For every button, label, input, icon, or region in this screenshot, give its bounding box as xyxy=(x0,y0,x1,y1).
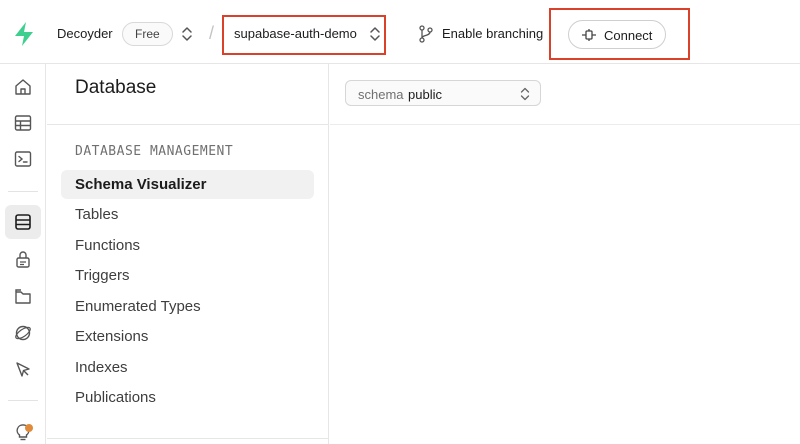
toolbar-divider xyxy=(330,124,800,125)
icon-rail xyxy=(0,64,46,444)
rail-table-editor[interactable] xyxy=(5,106,41,140)
enable-branching-button[interactable]: Enable branching xyxy=(442,26,543,41)
rail-realtime[interactable] xyxy=(5,316,41,350)
connect-button-label: Connect xyxy=(604,28,653,43)
nav-indexes[interactable]: Indexes xyxy=(61,353,314,382)
sidebar-divider xyxy=(47,438,329,439)
database-sidebar: Database DATABASE MANAGEMENT Schema Visu… xyxy=(47,64,329,444)
org-name[interactable]: Decoyder xyxy=(57,26,113,41)
rail-database[interactable] xyxy=(5,205,41,239)
plug-icon xyxy=(582,29,596,41)
nav-enumerated-types[interactable]: Enumerated Types xyxy=(61,292,314,321)
schema-select[interactable]: schema public xyxy=(345,80,541,106)
git-branch-icon xyxy=(419,25,433,43)
chevron-up-down-icon xyxy=(520,87,530,101)
schema-select-value: public xyxy=(408,87,442,102)
top-bar: Decoyder Free / supabase-auth-demo Enabl… xyxy=(0,0,800,64)
main-content: schema public xyxy=(330,64,800,444)
sql-editor-icon xyxy=(14,151,32,167)
supabase-logo-icon[interactable] xyxy=(10,20,38,48)
nav-triggers[interactable]: Triggers xyxy=(61,261,314,290)
nav-schema-visualizer[interactable]: Schema Visualizer xyxy=(61,170,314,199)
sidebar-divider xyxy=(47,124,329,125)
database-icon xyxy=(15,214,31,230)
table-editor-icon xyxy=(14,115,32,131)
connect-button[interactable]: Connect xyxy=(568,20,666,49)
notification-dot xyxy=(25,424,33,432)
cursor-icon xyxy=(16,362,30,377)
rail-divider xyxy=(8,191,38,192)
rail-storage[interactable] xyxy=(5,279,41,313)
rail-divider xyxy=(8,400,38,401)
sidebar-title: Database xyxy=(75,77,157,98)
rail-authentication[interactable] xyxy=(5,242,41,276)
nav-functions[interactable]: Functions xyxy=(61,231,314,260)
breadcrumb-separator: / xyxy=(209,23,215,43)
schema-select-label: schema xyxy=(358,87,404,102)
section-label: DATABASE MANAGEMENT xyxy=(75,144,234,159)
plan-badge: Free xyxy=(122,22,173,46)
rail-home[interactable] xyxy=(5,70,41,104)
project-name[interactable]: supabase-auth-demo xyxy=(234,26,357,41)
rail-cursor[interactable] xyxy=(5,353,41,387)
nav-publications[interactable]: Publications xyxy=(61,383,314,412)
rail-sql-editor[interactable] xyxy=(5,142,41,176)
realtime-icon xyxy=(15,325,31,341)
authentication-icon xyxy=(16,251,30,268)
nav-extensions[interactable]: Extensions xyxy=(61,322,314,351)
nav-tables[interactable]: Tables xyxy=(61,200,314,229)
home-icon xyxy=(15,79,31,95)
org-switcher-chevron-icon[interactable] xyxy=(180,25,194,43)
project-switcher-chevron-icon[interactable] xyxy=(368,25,382,43)
storage-icon xyxy=(15,289,31,304)
rail-advisor[interactable] xyxy=(5,416,41,444)
